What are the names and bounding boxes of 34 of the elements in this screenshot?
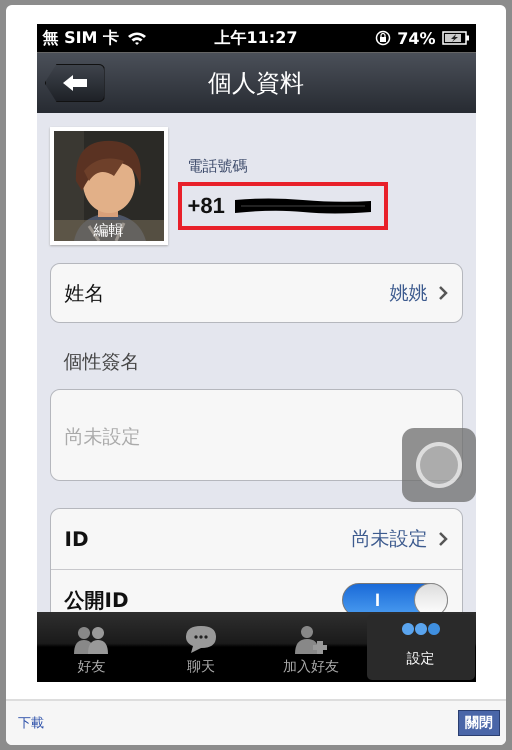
wifi-icon <box>127 30 148 46</box>
rotation-lock-icon <box>375 30 392 46</box>
signature-placeholder: 尚未設定 <box>64 425 140 450</box>
section-heading: 個性簽名 <box>62 350 140 375</box>
add-person-icon <box>292 624 329 654</box>
battery-percent: 74% <box>397 28 436 48</box>
profile-photo-frame[interactable]: 編輯 <box>50 127 168 245</box>
screen-title: 個人資料 <box>208 68 304 99</box>
more-dots-icon <box>400 622 441 636</box>
chat-bubble-icon <box>185 624 218 654</box>
tab[interactable]: 加入好友 <box>257 614 365 680</box>
toggle-switch[interactable]: I <box>342 583 448 612</box>
phone-label: 電話號碼 <box>186 157 248 176</box>
carrier-text: 無 SIM 卡 <box>42 28 120 48</box>
back-arrow-icon <box>62 74 88 92</box>
setting-value: 尚未設定 <box>352 527 428 552</box>
close-button[interactable]: 關閉 <box>458 710 500 736</box>
tab[interactable]: 好友 <box>38 614 146 680</box>
people-icon <box>73 624 110 654</box>
chevron-icon <box>438 531 448 547</box>
name-value: 姚姚 <box>390 281 428 306</box>
download-link[interactable]: 下載 <box>18 714 44 732</box>
phone-prefix: +81 <box>188 193 225 219</box>
edit-label[interactable]: 編輯 <box>54 220 164 241</box>
back-button[interactable] <box>44 64 104 102</box>
name-row[interactable]: 姓名 姚姚 <box>50 263 462 323</box>
time-text: 上午11:27 <box>214 28 298 48</box>
name-label: 姓名 <box>64 280 106 306</box>
chevron-icon <box>438 285 448 301</box>
floating-home-button[interactable] <box>402 428 476 502</box>
tab[interactable]: 聊天 <box>147 614 255 680</box>
setting-label: ID <box>64 527 90 551</box>
battery-icon <box>442 31 470 45</box>
setting-label: 公開ID <box>64 586 130 612</box>
